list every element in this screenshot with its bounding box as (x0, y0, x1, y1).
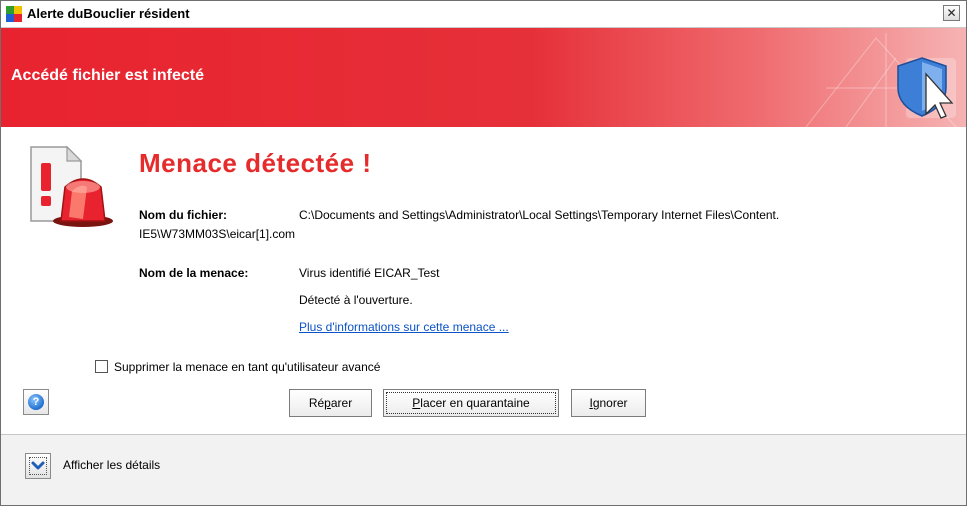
advanced-user-checkbox[interactable] (95, 360, 108, 374)
threat-name-value: Virus identifié EICAR_Test (299, 266, 440, 280)
advanced-user-option[interactable]: Supprimer la menace en tant qu'utilisate… (95, 359, 380, 375)
help-button[interactable]: ? (23, 389, 49, 415)
detection-note: Détecté à l'ouverture. (299, 293, 413, 307)
repair-label-part1: Ré (308, 396, 325, 410)
banner-title: Accédé fichier est infecté (11, 67, 204, 84)
file-path-line1: C:\Documents and Settings\Administrator\… (299, 208, 780, 222)
threat-name-label: Nom de la menace: (139, 266, 249, 280)
more-info-link[interactable]: Plus d'informations sur cette menace ... (299, 320, 509, 334)
show-details-label[interactable]: Afficher les détails (63, 458, 160, 472)
ignore-label-part2: gnorer (592, 396, 628, 410)
window-title: Alerte duBouclier résident (27, 6, 190, 21)
close-button[interactable]: ✕ (943, 5, 960, 21)
alert-content: Menace détectée ! Nom du fichier: C:\Doc… (1, 127, 966, 434)
help-icon: ? (28, 394, 44, 410)
file-path-line2: IE5\W73MM03S\eicar[1].com (139, 227, 296, 241)
alert-window: Alerte duBouclier résident ✕ Accédé fich… (0, 0, 967, 506)
avg-app-icon (6, 6, 22, 22)
shield-cursor-icon (805, 33, 957, 127)
details-bar: Afficher les détails (1, 434, 966, 505)
show-details-button[interactable] (25, 453, 51, 479)
alert-banner: Accédé fichier est infecté (1, 28, 966, 127)
quarantine-label-part2: lacer en quarantaine (420, 396, 530, 410)
threat-heading: Menace détectée ! (139, 148, 372, 178)
advanced-user-checkbox-label: Supprimer la menace en tant qu'utilisate… (114, 359, 381, 374)
repair-button[interactable]: Réparer (289, 389, 372, 417)
focus-rect (29, 457, 47, 475)
quarantine-button[interactable]: Placer en quarantaine (383, 389, 559, 417)
chevron-down-icon (31, 461, 45, 470)
ignore-button[interactable]: Ignorer (571, 389, 646, 417)
repair-label-accel: p (324, 396, 331, 410)
title-bar[interactable]: Alerte duBouclier résident ✕ (1, 1, 966, 28)
file-name-label: Nom du fichier: (139, 208, 228, 222)
repair-label-part2: arer (330, 396, 353, 410)
alarm-siren-icon (30, 145, 113, 227)
